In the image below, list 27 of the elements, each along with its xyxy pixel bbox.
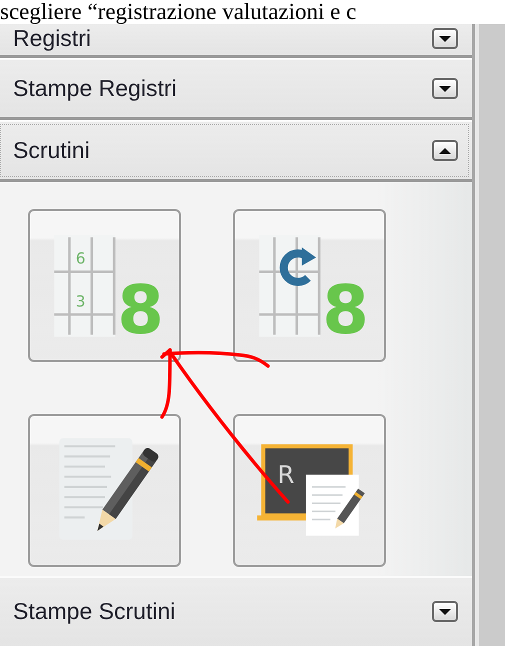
toggle-button[interactable]: [432, 601, 458, 622]
caret-icon: [439, 148, 452, 154]
section-title: Registri: [13, 25, 91, 52]
tile-button[interactable]: R: [233, 414, 386, 567]
grade-digit: 6: [75, 249, 85, 268]
section-header[interactable]: Stampe Registri: [0, 58, 472, 120]
toggle-button[interactable]: [432, 78, 458, 99]
chalk-text: R: [276, 459, 294, 488]
caret-icon: [439, 86, 452, 92]
paper-pencil-icon: [305, 474, 364, 536]
section-header[interactable]: Scrutini: [0, 120, 472, 182]
tile-button[interactable]: [28, 414, 181, 567]
caret-icon: [439, 608, 452, 615]
section-title: Scrutini: [13, 137, 90, 164]
scrollbar-track[interactable]: [472, 24, 505, 646]
section-header[interactable]: Registri: [0, 24, 472, 58]
caption-text: scegliere “registrazione valutazioni e c: [0, 0, 358, 24]
section-header[interactable]: Stampe Scrutini: [0, 576, 472, 646]
grade-digit: 8: [116, 270, 164, 348]
grade-digit: 8: [322, 270, 368, 348]
refresh-icon: [279, 246, 316, 286]
grade-digit: 3: [75, 292, 85, 310]
section-title: Stampe Registri: [13, 75, 177, 102]
toggle-button[interactable]: [432, 28, 458, 49]
section-title: Stampe Scrutini: [13, 598, 176, 626]
caret-icon: [439, 36, 452, 42]
toggle-button[interactable]: [432, 140, 458, 161]
